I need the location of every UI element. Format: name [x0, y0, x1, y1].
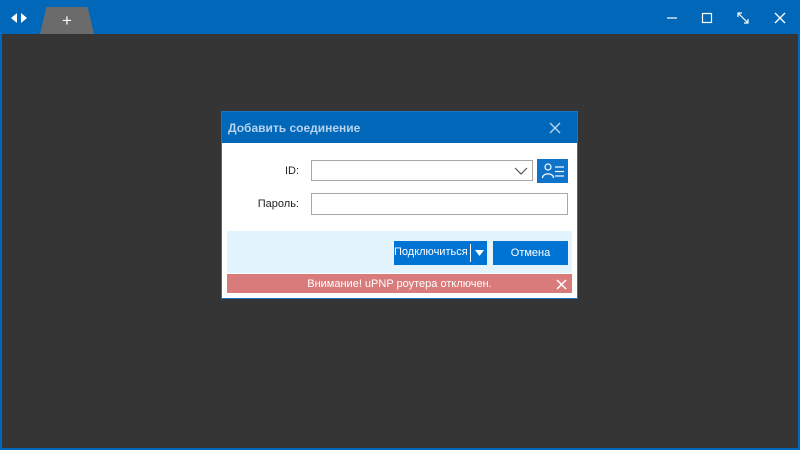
- minimize-icon: [667, 17, 677, 19]
- contacts-list-icon: [541, 163, 564, 179]
- diagonal-arrows-icon: [737, 12, 749, 24]
- dialog-footer: Подключиться Отмена: [227, 231, 572, 273]
- close-icon: [774, 12, 786, 24]
- caret-down-icon: [475, 250, 484, 256]
- cancel-button[interactable]: Отмена: [493, 241, 568, 265]
- connect-label: Подключиться: [394, 246, 468, 258]
- dialog-header: Добавить соединение: [222, 112, 577, 143]
- warning-text: Внимание! uPNP роутера отключен.: [307, 278, 492, 290]
- dialog-close-button[interactable]: [544, 117, 566, 139]
- password-field[interactable]: [311, 193, 568, 215]
- minimize-button[interactable]: [658, 6, 686, 30]
- password-label: Пароль:: [257, 198, 299, 210]
- address-book-button[interactable]: [537, 159, 568, 183]
- maximize-button[interactable]: [693, 6, 721, 30]
- split-divider: [470, 244, 471, 262]
- upnp-warning-bar: Внимание! uPNP роутера отключен.: [227, 274, 572, 293]
- warning-close-button[interactable]: [553, 276, 569, 292]
- window-close-button[interactable]: [766, 6, 794, 30]
- add-connection-dialog: Добавить соединение ID: Пароль: Подключи…: [221, 111, 578, 299]
- plus-icon: +: [62, 11, 72, 30]
- maximize-icon: [701, 12, 713, 24]
- id-label: ID:: [284, 165, 299, 177]
- close-icon: [555, 278, 567, 290]
- fullscreen-button[interactable]: [729, 6, 757, 30]
- dialog-title: Добавить соединение: [228, 121, 361, 135]
- chevron-down-icon: [514, 167, 528, 175]
- id-dropdown[interactable]: [311, 160, 533, 181]
- connect-button[interactable]: Подключиться: [394, 241, 487, 265]
- new-tab-button[interactable]: +: [40, 7, 94, 34]
- connect-dropdown-toggle[interactable]: [472, 241, 487, 265]
- close-icon: [549, 122, 561, 134]
- left-right-arrows-icon[interactable]: [8, 10, 30, 26]
- window-titlebar: +: [0, 0, 800, 34]
